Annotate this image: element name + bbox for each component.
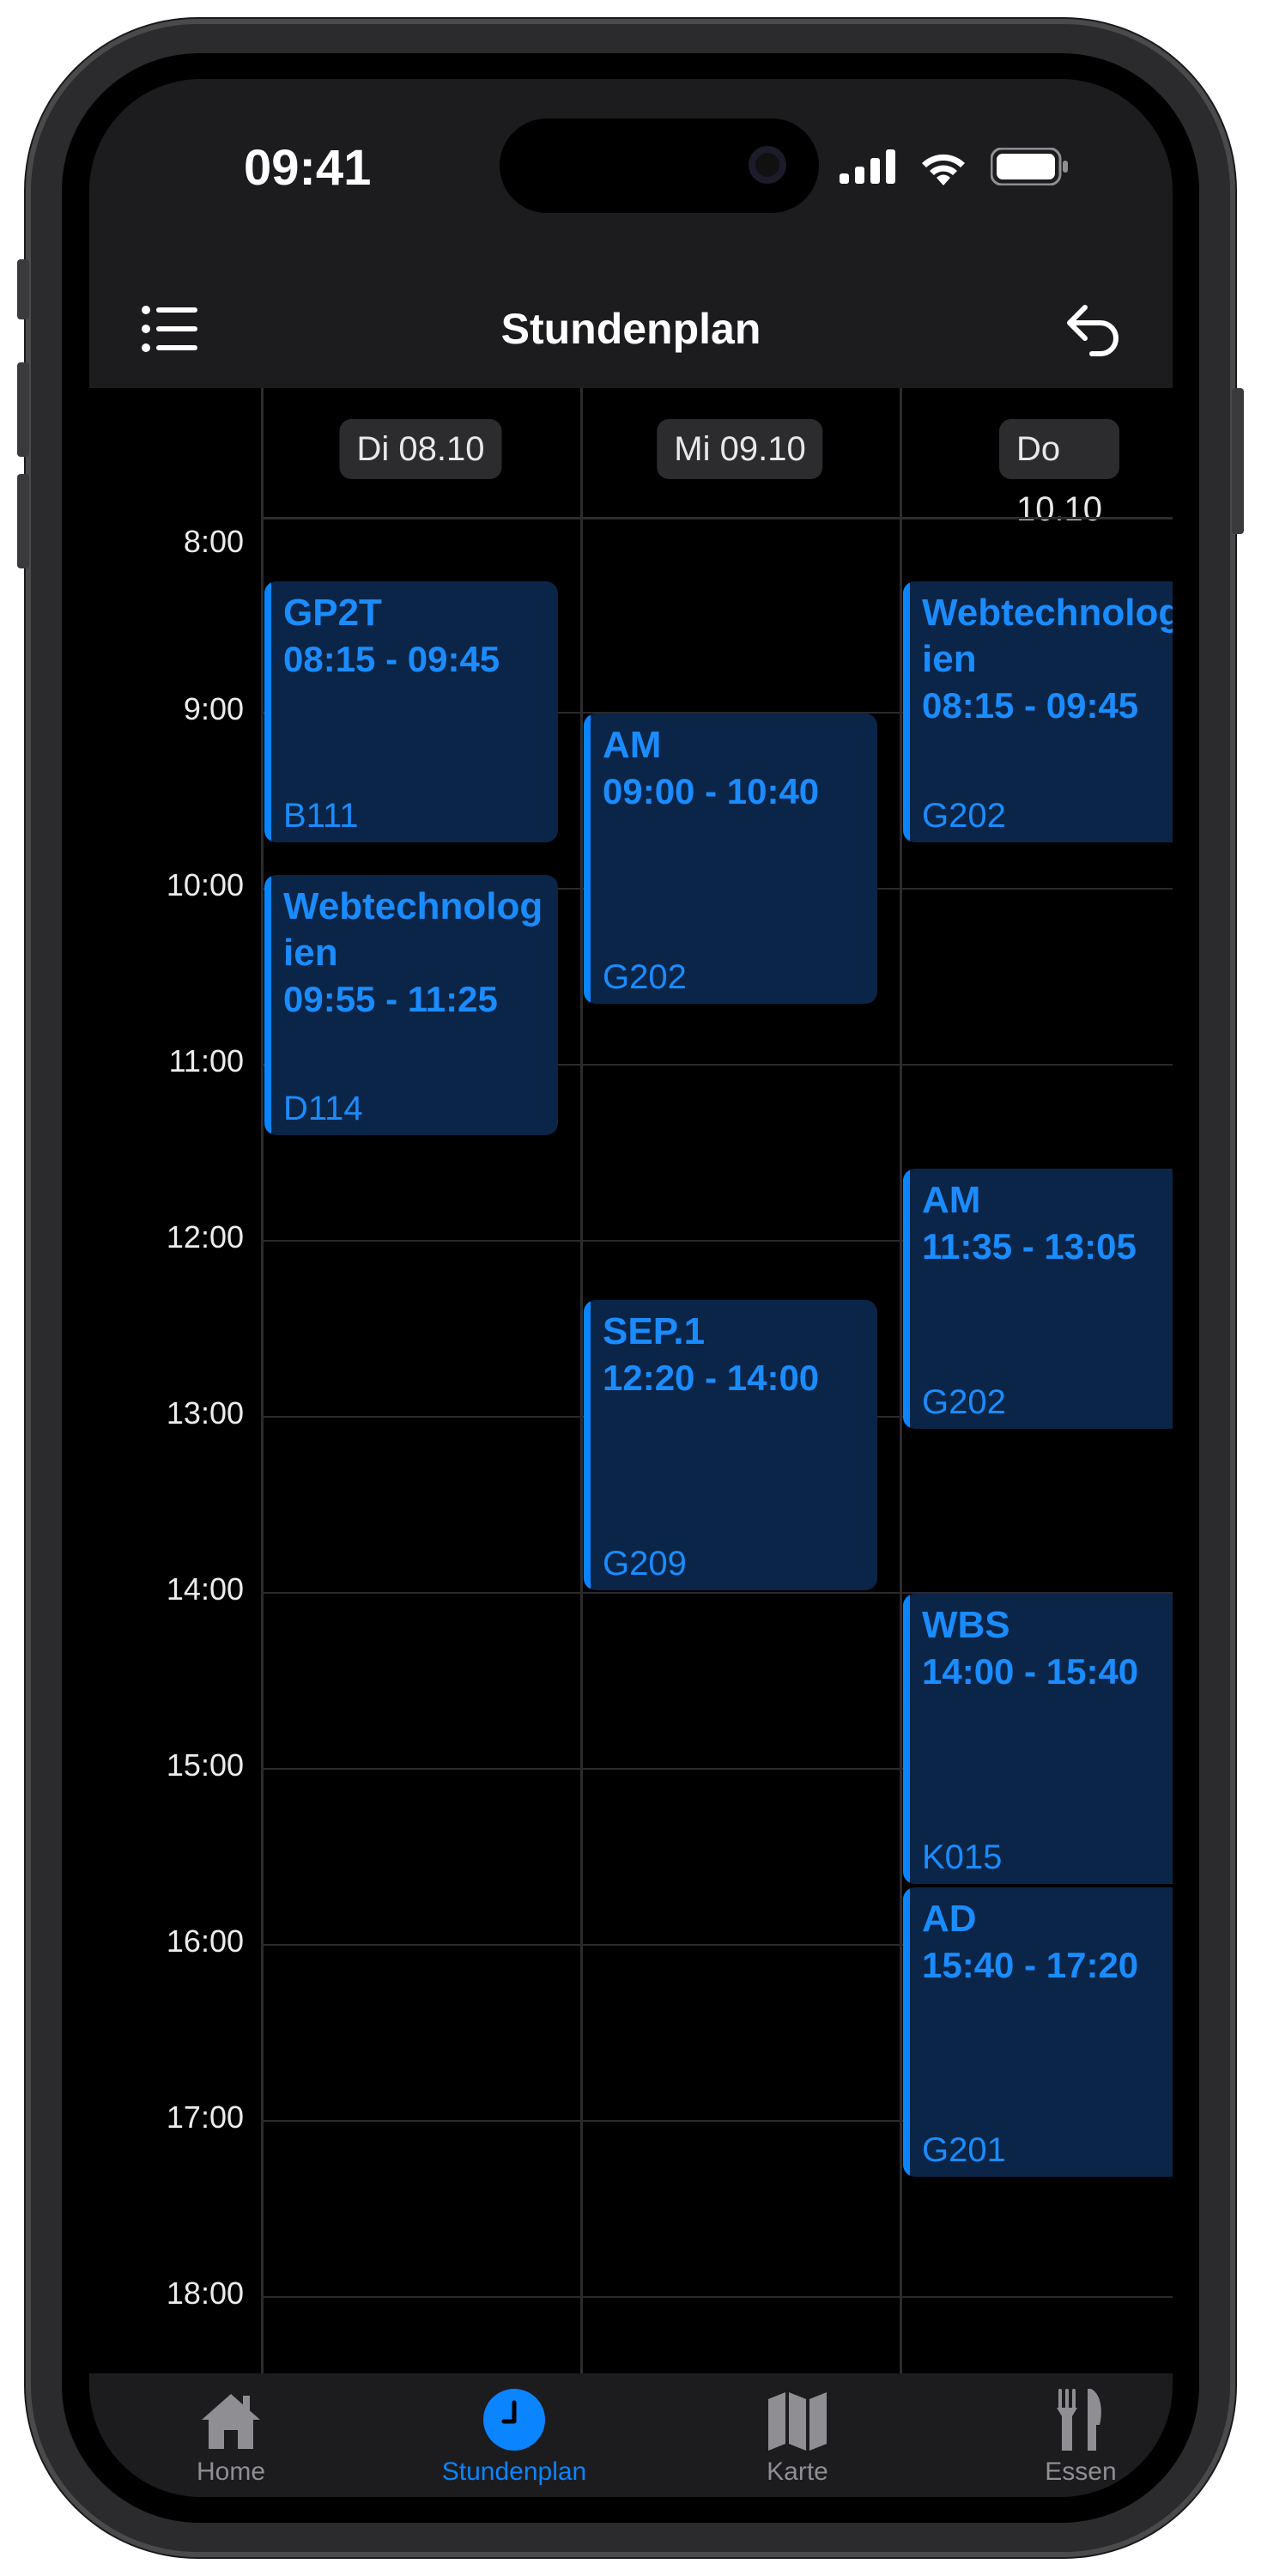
day-header-tue[interactable]: Di 08.10 (339, 419, 502, 479)
event-card[interactable]: AD 15:40 - 17:20 G201 (903, 1886, 1173, 2178)
hour-label: 14:00 (166, 1571, 244, 1607)
volume-down-button (17, 474, 29, 568)
column-divider (900, 388, 902, 2373)
status-bar: 09:41 (89, 79, 1173, 268)
hour-label: 8:00 (183, 524, 244, 559)
event-room: G202 (603, 957, 687, 996)
tab-bar: Home Stundenplan Karte Essen (89, 2373, 1173, 2497)
hour-label: 9:00 (183, 691, 244, 726)
event-accent-bar (903, 1168, 910, 1430)
tab-stundenplan-label: Stundenplan (441, 2458, 587, 2486)
event-title: WBS (922, 1604, 1010, 1646)
column-divider (580, 388, 583, 2373)
hour-label: 11:00 (168, 1043, 244, 1078)
battery-icon (991, 148, 1068, 185)
tab-karte-label: Karte (767, 2458, 828, 2486)
day-header-thu[interactable]: Do 10.10 (998, 419, 1120, 528)
timetable-grid: Di 08.10 Mi 09.10 Do 10.10 8:00 9:00 10:00… (89, 388, 1173, 2373)
clock-icon (483, 2389, 545, 2451)
front-camera (749, 146, 786, 184)
event-room: G201 (922, 2131, 1006, 2170)
tab-home[interactable]: Home (145, 2385, 317, 2487)
event-time: 08:15 - 09:45 (922, 685, 1139, 726)
event-card[interactable]: WBS 14:00 - 15:40 K015 (903, 1594, 1173, 1884)
column-divider (261, 388, 264, 2373)
day-header-wed[interactable]: Mi 09.10 (657, 419, 823, 479)
event-accent-bar (903, 1594, 910, 1884)
navigation-bar: Stundenplan (89, 268, 1173, 388)
event-time: 08:15 - 09:45 (283, 639, 500, 680)
event-card[interactable]: Webtechnologien 08:15 - 09:45 G202 (903, 581, 1173, 842)
event-accent-bar (584, 714, 591, 1004)
event-accent-bar (903, 1886, 910, 2178)
event-card[interactable]: GP2T 08:15 - 09:45 B111 (264, 581, 558, 842)
tab-essen[interactable]: Essen (995, 2385, 1167, 2487)
event-room: G202 (922, 1383, 1006, 1422)
phone-bezel: 09:41 Stundenplan Di 08.10 Mi 09.10 Do 1… (62, 53, 1199, 2523)
event-room: K015 (922, 1838, 1003, 1876)
tab-essen-label: Essen (1045, 2458, 1117, 2486)
event-title: Webtechnologien (922, 592, 1173, 681)
page-title: Stundenplan (500, 305, 761, 353)
event-accent-bar (903, 581, 910, 842)
event-title: GP2T (283, 592, 382, 635)
event-card[interactable]: Webtechnologien 09:55 - 11:25 D114 (264, 874, 558, 1136)
event-card[interactable]: SEP.1 12:20 - 14:00 G209 (584, 1300, 877, 1590)
event-time: 14:00 - 15:40 (922, 1651, 1139, 1692)
event-time: 15:40 - 17:20 (922, 1944, 1139, 1985)
hour-label: 15:00 (166, 1747, 244, 1783)
hour-label: 13:00 (166, 1395, 244, 1431)
hour-label: 12:00 (166, 1219, 244, 1255)
hour-gridline (261, 2296, 1173, 2298)
event-accent-bar (264, 581, 271, 842)
mute-switch (17, 259, 29, 319)
event-accent-bar (264, 874, 271, 1136)
tab-stundenplan[interactable]: Stundenplan (428, 2385, 600, 2487)
event-title: AD (922, 1897, 977, 1940)
event-title: SEP.1 (603, 1310, 706, 1353)
tab-karte[interactable]: Karte (712, 2385, 883, 2487)
signal-icon (840, 149, 895, 184)
event-card[interactable]: AM 09:00 - 10:40 G202 (584, 714, 877, 1004)
tab-home-label: Home (196, 2458, 266, 2486)
event-title: AM (922, 1178, 981, 1221)
event-time: 09:55 - 11:25 (283, 978, 498, 1019)
event-time: 12:20 - 14:00 (603, 1358, 820, 1399)
event-time: 11:35 - 13:05 (922, 1225, 1137, 1267)
fork-knife-icon (1057, 2389, 1101, 2451)
status-time: 09:41 (244, 140, 372, 196)
event-room: B111 (283, 796, 359, 835)
event-room: G202 (922, 796, 1006, 835)
wifi-icon (922, 154, 965, 185)
hour-label: 16:00 (166, 1923, 244, 1959)
hour-label: 17:00 (166, 2099, 244, 2135)
undo-arrow-icon[interactable] (1061, 297, 1123, 359)
hour-label: 18:00 (166, 2275, 244, 2311)
event-accent-bar (584, 1300, 591, 1590)
event-card[interactable]: AM 11:35 - 13:05 G202 (903, 1168, 1173, 1430)
status-icons (840, 146, 1070, 187)
header-divider (261, 517, 1173, 519)
dynamic-island (500, 118, 819, 213)
screen: 09:41 Stundenplan Di 08.10 Mi 09.10 Do 1… (89, 79, 1173, 2497)
volume-up-button (17, 362, 29, 457)
event-room: G209 (603, 1544, 687, 1583)
phone-frame: 09:41 Stundenplan Di 08.10 Mi 09.10 Do 1… (17, 19, 1244, 2557)
hour-label: 10:00 (166, 867, 244, 902)
map-icon (768, 2392, 827, 2451)
power-button (1232, 388, 1244, 534)
house-icon (202, 2394, 260, 2449)
event-title: Webtechnologien (283, 884, 543, 974)
event-time: 09:00 - 10:40 (603, 771, 820, 811)
event-room: D114 (283, 1090, 363, 1128)
event-title: AM (603, 724, 662, 766)
